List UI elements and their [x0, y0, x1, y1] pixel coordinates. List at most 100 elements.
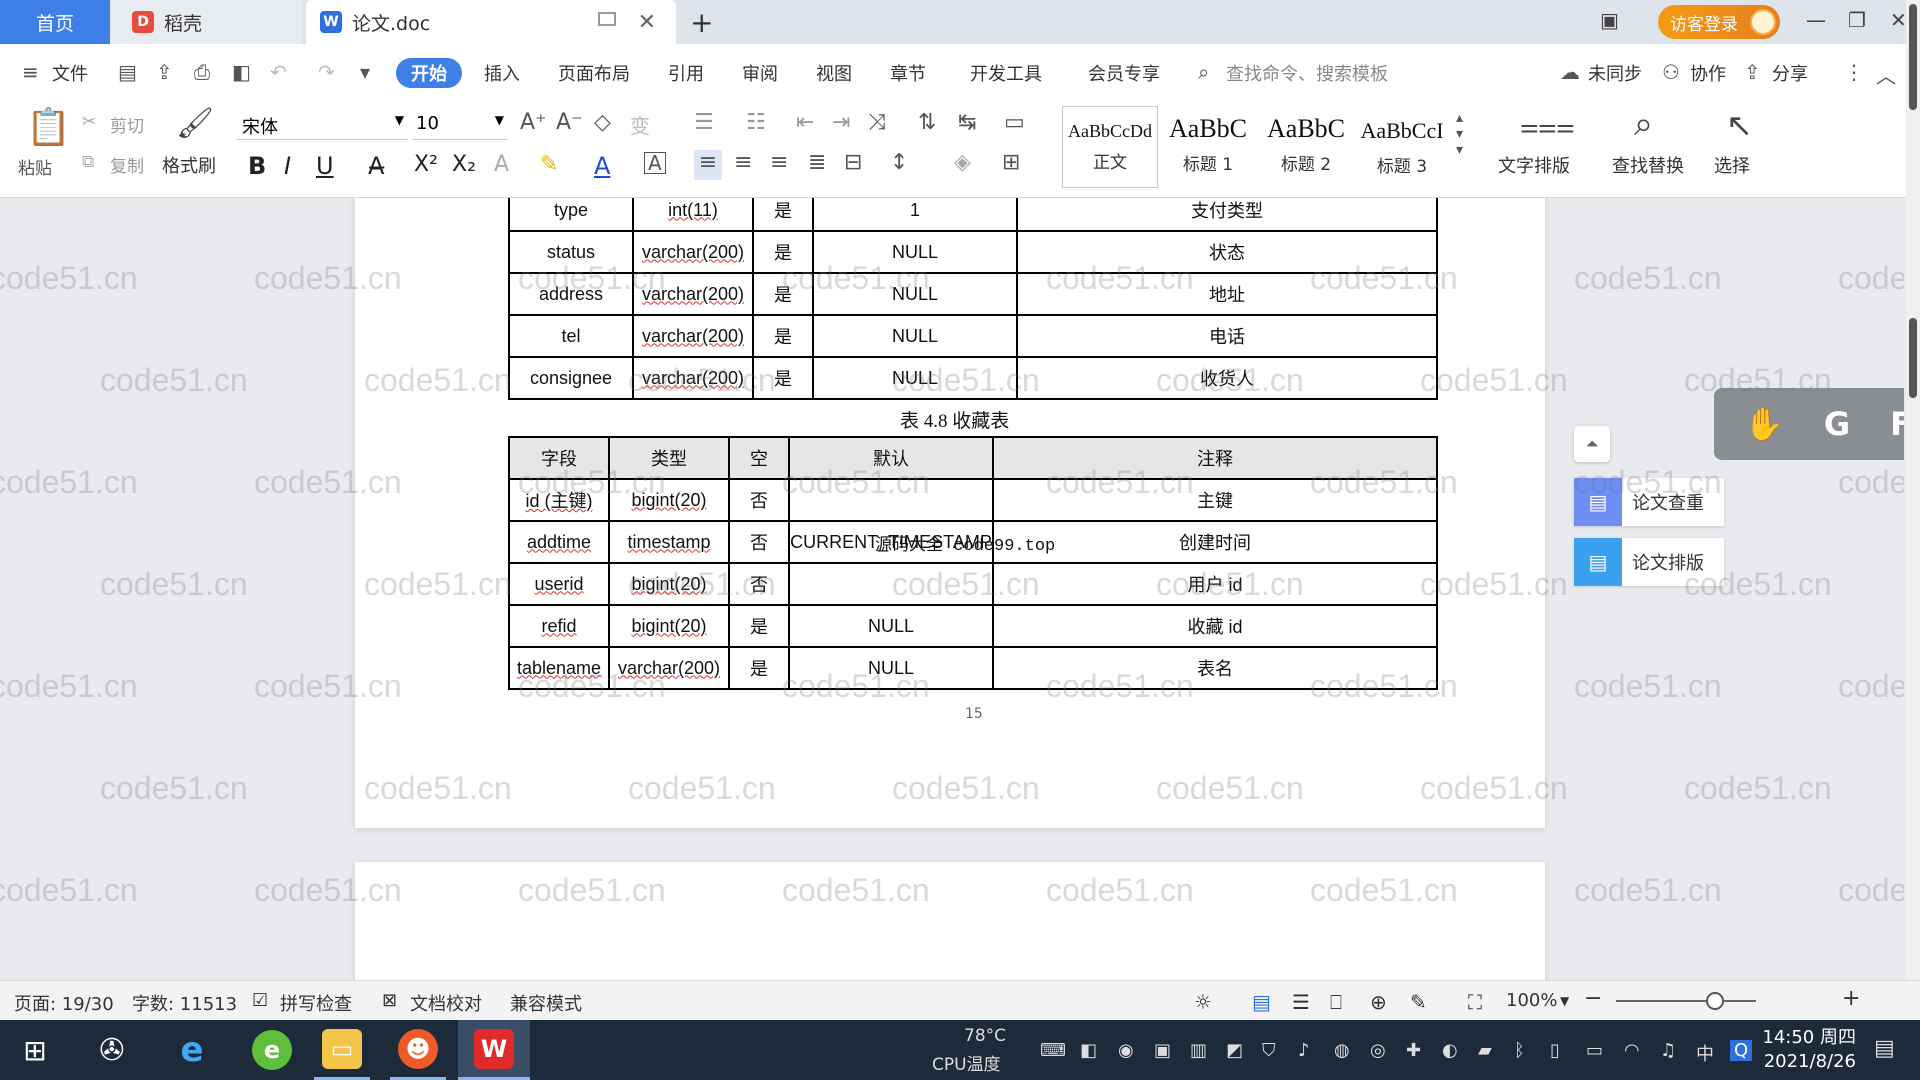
tray-app-icon[interactable]: ◩: [1226, 1040, 1243, 1061]
strikethrough-icon[interactable]: A̶: [368, 152, 384, 180]
zoom-out-icon[interactable]: −: [1584, 986, 1602, 1011]
menu-chapter[interactable]: 章节: [890, 60, 926, 86]
undo-icon[interactable]: ↶: [270, 60, 287, 84]
thesis-check-button[interactable]: ▤ 论文查重: [1574, 478, 1724, 526]
taskbar-app-browser[interactable]: e: [244, 1020, 300, 1080]
more-icon[interactable]: ⋮: [1844, 60, 1864, 84]
restore-icon[interactable]: ❐: [1848, 8, 1866, 32]
menu-file[interactable]: 文件: [52, 60, 88, 86]
document-area[interactable]: type int(11) 是 1 支付类型 status varchar(200) 是 NULL…: [0, 198, 1904, 980]
system-clock[interactable]: 14:50 周四 2021/8/26: [1746, 1026, 1856, 1074]
find-replace-button[interactable]: 查找替换: [1612, 152, 1684, 178]
taskbar-app-ie[interactable]: e: [164, 1020, 220, 1080]
font-color-icon[interactable]: A: [594, 152, 610, 180]
hand-icon[interactable]: ✋: [1744, 405, 1784, 443]
style-heading-2[interactable]: AaBbC 标题 2: [1258, 106, 1354, 188]
underline-icon[interactable]: U: [316, 152, 334, 180]
quick-access-dropdown-icon[interactable]: ▾: [360, 60, 370, 84]
taskbar-app-explorer[interactable]: ▭: [314, 1020, 370, 1080]
taskbar-app-game[interactable]: ☻: [390, 1020, 446, 1080]
paste-button[interactable]: 粘贴: [18, 154, 52, 179]
sync-status[interactable]: 未同步: [1588, 60, 1642, 86]
tray-app-icon[interactable]: ▥: [1190, 1040, 1207, 1061]
style-heading-1[interactable]: AaBbC 标题 1: [1160, 106, 1256, 188]
highlight-icon[interactable]: ✎: [540, 152, 558, 177]
guest-login-button[interactable]: 访客登录: [1658, 5, 1780, 39]
battery-icon[interactable]: ▭: [1586, 1040, 1603, 1061]
phone-icon[interactable]: ▯: [1550, 1040, 1560, 1061]
thesis-layout-button[interactable]: ▤ 论文排版: [1574, 538, 1724, 586]
zoom-in-icon[interactable]: +: [1842, 986, 1860, 1011]
italic-icon[interactable]: I: [284, 152, 291, 180]
menu-member[interactable]: 会员专享: [1088, 60, 1160, 86]
document-page[interactable]: type int(11) 是 1 支付类型 status varchar(200) 是 NULL…: [355, 198, 1545, 828]
share-button[interactable]: 分享: [1772, 60, 1808, 86]
style-heading-3[interactable]: AaBbCcI 标题 3: [1354, 106, 1450, 188]
proofread-button[interactable]: 文档校对: [410, 990, 482, 1016]
outline-view-icon[interactable]: ☰: [1292, 990, 1310, 1014]
font-family-select[interactable]: 宋体 ▼: [236, 110, 408, 140]
zoom-level[interactable]: 100%: [1506, 990, 1557, 1011]
tray-app-icon[interactable]: ◉: [1118, 1040, 1134, 1061]
export-icon[interactable]: ⇪: [156, 60, 173, 84]
tab-window-icon[interactable]: [598, 12, 616, 26]
save-icon[interactable]: ▤: [118, 60, 137, 84]
tab-document[interactable]: W 论文.doc ✕: [306, 0, 676, 44]
show-marks-icon[interactable]: ↹: [958, 110, 976, 135]
paste-icon[interactable]: 📋: [26, 106, 71, 148]
volume-icon[interactable]: ♫: [1660, 1040, 1676, 1061]
shading-icon[interactable]: ◈: [954, 150, 971, 175]
cut-button[interactable]: 剪切: [110, 112, 144, 137]
bold-icon[interactable]: B: [248, 152, 266, 180]
tray-app-icon[interactable]: ◐: [1442, 1040, 1458, 1061]
line-spacing-icon[interactable]: ↕: [890, 150, 908, 175]
menu-hamburger-icon[interactable]: ≡: [22, 60, 39, 84]
sort-icon[interactable]: ⇅: [918, 110, 936, 135]
menu-developer[interactable]: 开发工具: [970, 60, 1042, 86]
tray-app-icon[interactable]: ◎: [1370, 1040, 1386, 1061]
tray-app-icon[interactable]: ✚: [1406, 1040, 1421, 1061]
tray-app-icon[interactable]: ◍: [1334, 1040, 1350, 1061]
wifi-icon[interactable]: ◠: [1624, 1040, 1640, 1061]
ruler-icon[interactable]: ▭: [1004, 110, 1025, 135]
nvidia-icon[interactable]: ▰: [1478, 1040, 1492, 1061]
ime-indicator[interactable]: 中: [1696, 1040, 1714, 1066]
phonetic-icon[interactable]: 变: [630, 110, 650, 139]
spell-check-button[interactable]: 拼写检查: [280, 990, 352, 1016]
decrease-indent-icon[interactable]: ⇤: [796, 110, 814, 135]
bluetooth-icon[interactable]: ᛒ: [1514, 1040, 1525, 1061]
scrollbar-thumb-top[interactable]: [1909, 4, 1917, 110]
zoom-slider[interactable]: [1616, 1000, 1756, 1002]
layout-icon[interactable]: ▣: [1600, 8, 1619, 32]
close-window-icon[interactable]: ✕: [1890, 8, 1907, 32]
bell-icon[interactable]: ♪: [1298, 1040, 1310, 1061]
chevron-down-icon[interactable]: ▼: [1560, 994, 1569, 1008]
borders-icon[interactable]: ⊞: [1002, 150, 1020, 175]
print-icon[interactable]: ⎙: [194, 60, 210, 84]
start-button[interactable]: ⊞: [10, 1020, 60, 1080]
collapse-ribbon-icon[interactable]: ︿: [1876, 60, 1896, 89]
grow-font-icon[interactable]: A⁺: [520, 110, 547, 135]
web-view-icon[interactable]: ⊕: [1370, 990, 1387, 1014]
close-tab-icon[interactable]: ✕: [638, 10, 656, 35]
bullet-list-icon[interactable]: ☰: [694, 110, 714, 135]
print-preview-icon[interactable]: ◧: [232, 60, 251, 84]
style-normal[interactable]: AaBbCcDd 正文: [1062, 106, 1158, 188]
align-left-icon[interactable]: ≡: [694, 150, 722, 180]
menu-home[interactable]: 开始: [396, 58, 462, 88]
taskbar-app-fan[interactable]: ✇: [84, 1020, 140, 1080]
reading-view-icon[interactable]: ⎕: [1330, 990, 1342, 1014]
tab-home[interactable]: 首页: [0, 0, 110, 44]
text-layout-button[interactable]: 文字排版: [1498, 152, 1570, 178]
command-search-input[interactable]: 查找命令、搜索模板: [1226, 60, 1388, 86]
scrollbar-thumb[interactable]: [1909, 318, 1917, 398]
menu-insert[interactable]: 插入: [484, 60, 520, 86]
tab-daoke[interactable]: D 稻壳: [110, 0, 302, 44]
copy-button[interactable]: 复制: [110, 152, 144, 177]
styles-scroll-icon[interactable]: ▴ ▾ ▾: [1456, 110, 1463, 158]
zoom-slider-handle[interactable]: [1706, 992, 1724, 1010]
format-painter-button[interactable]: 格式刷: [162, 152, 216, 178]
keyboard-icon[interactable]: ⌨: [1040, 1040, 1066, 1061]
distribute-icon[interactable]: ⊟: [844, 150, 862, 175]
char-border-icon[interactable]: A: [644, 152, 666, 174]
